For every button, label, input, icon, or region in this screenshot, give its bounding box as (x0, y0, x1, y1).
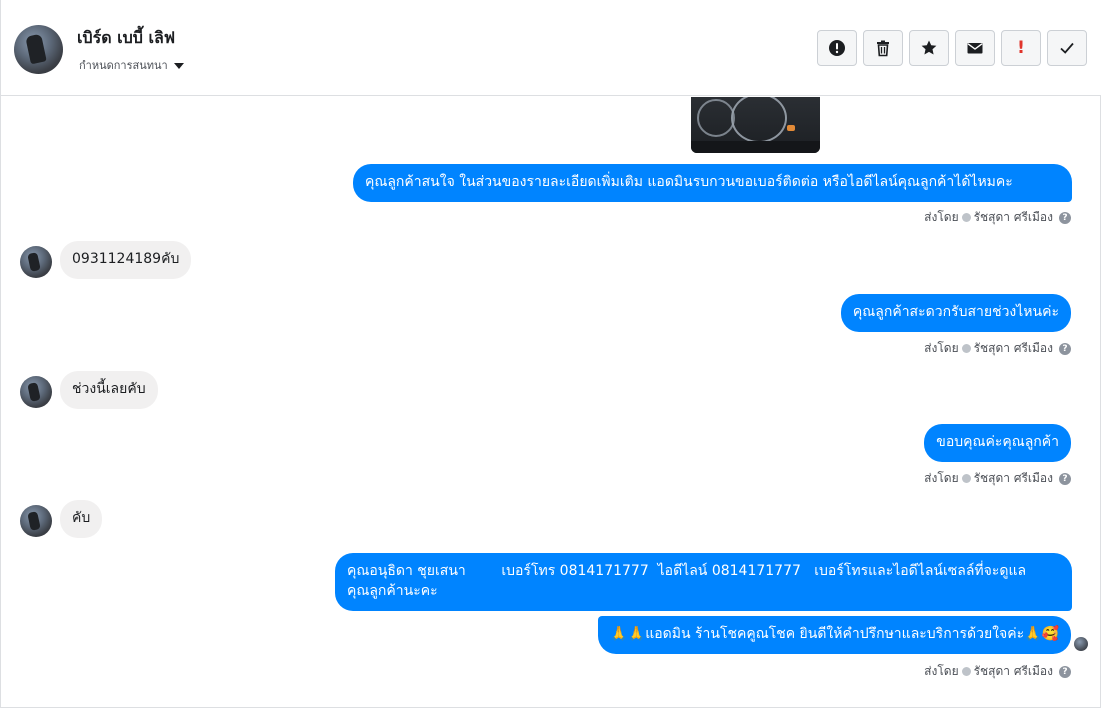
message-bubble-incoming[interactable]: คับ (60, 500, 103, 538)
message-sent-by: ส่งโดย รัชสุดา ศรีเมือง ? (924, 208, 1071, 227)
message-bubble-outgoing[interactable]: ขอบคุณค่ะคุณลูกค้า (924, 424, 1071, 462)
star-icon (921, 40, 937, 55)
message-sent-by: ส่งโดย รัชสุดา ศรีเมือง ? (924, 339, 1071, 358)
message-sent-by: ส่งโดย รัชสุดา ศรีเมือง ? (924, 469, 1071, 488)
mark-spam-button[interactable]: ! (1001, 30, 1041, 66)
check-icon (1060, 42, 1074, 54)
message-photo-attachment[interactable] (691, 97, 820, 153)
agent-name[interactable]: รัชสุดา ศรีเมือง (974, 662, 1053, 681)
message-text: คับ (72, 510, 91, 526)
assign-conversation-dropdown[interactable]: กำหนดการสนทนา (79, 56, 184, 74)
message-bubble-outgoing[interactable]: คุณอนุธิดา ชุยเสนา เบอร์โทร 0814171777 ไ… (335, 553, 1072, 611)
mark-done-button[interactable] (1047, 30, 1087, 66)
contact-avatar-small[interactable] (20, 376, 52, 408)
agent-name[interactable]: รัชสุดา ศรีเมือง (974, 339, 1053, 358)
sent-by-label: ส่งโดย (924, 210, 959, 224)
message-text: 0931124189คับ (72, 251, 180, 267)
conversation-header: เบิร์ด เบบี้ เลิฟ กำหนดการสนทนา ! (1, 0, 1101, 96)
message-text: ช่วงนี้เลยคับ (72, 381, 146, 397)
message-bubble-incoming[interactable]: 0931124189คับ (60, 241, 192, 279)
message-bubble-outgoing[interactable]: 🙏🙏แอดมิน ร้านโชคคูณโชค ยินดีให้คำปรึกษาแ… (598, 616, 1071, 654)
message-text-line2: คุณลูกค้านะคะ (347, 583, 438, 599)
mark-unread-button[interactable] (955, 30, 995, 66)
message-bubble-outgoing[interactable]: คุณลูกค้าสนใจ ในส่วนของรายละเอียดเพิ่มเต… (353, 164, 1072, 202)
message-text: คุณลูกค้าสนใจ ในส่วนของรายละเอียดเพิ่มเต… (365, 174, 1013, 190)
agent-icon (961, 213, 971, 222)
sent-by-label: ส่งโดย (924, 341, 959, 355)
contact-avatar[interactable] (14, 25, 63, 74)
contact-avatar-small[interactable] (20, 505, 52, 537)
delete-button[interactable] (863, 30, 903, 66)
message-text-line1: คุณอนุธิดา ชุยเสนา เบอร์โทร 0814171777 ไ… (347, 563, 1027, 579)
assign-conversation-label: กำหนดการสนทนา (79, 59, 168, 72)
message-bubble-outgoing[interactable]: คุณลูกค้าสะดวกรับสายช่วงไหนค่ะ (840, 294, 1071, 332)
help-icon[interactable]: ? (1059, 342, 1071, 355)
spam-icon: ! (1017, 38, 1025, 58)
agent-icon (961, 667, 971, 676)
agent-icon (961, 344, 971, 353)
message-text: คุณลูกค้าสะดวกรับสายช่วงไหนค่ะ (852, 304, 1059, 320)
message-thread[interactable]: คุณลูกค้าสนใจ ในส่วนของรายละเอียดเพิ่มเต… (1, 97, 1101, 710)
agent-icon (961, 474, 971, 483)
help-icon[interactable]: ? (1059, 211, 1071, 224)
message-sent-by: ส่งโดย รัชสุดา ศรีเมือง ? (924, 662, 1071, 681)
message-text: 🙏🙏แอดมิน ร้านโชคคูณโชค ยินดีให้คำปรึกษาแ… (610, 626, 1059, 642)
help-icon[interactable]: ? (1059, 472, 1071, 485)
message-text: ขอบคุณค่ะคุณลูกค้า (936, 434, 1059, 450)
agent-name[interactable]: รัชสุดา ศรีเมือง (974, 469, 1053, 488)
sent-by-label: ส่งโดย (924, 471, 959, 485)
caret-down-icon (173, 62, 184, 69)
alert-circle-icon (829, 40, 845, 56)
contact-name[interactable]: เบิร์ด เบบี้ เลิฟ (77, 26, 175, 51)
header-toolbar: ! (817, 30, 1087, 66)
agent-name[interactable]: รัชสุดา ศรีเมือง (974, 208, 1053, 227)
mark-important-button[interactable] (817, 30, 857, 66)
sent-by-label: ส่งโดย (924, 664, 959, 678)
message-bubble-incoming[interactable]: ช่วงนี้เลยคับ (60, 371, 158, 409)
help-icon[interactable]: ? (1059, 665, 1071, 678)
contact-avatar-small[interactable] (20, 246, 52, 278)
envelope-icon (967, 43, 983, 54)
seen-avatar (1074, 637, 1088, 651)
star-button[interactable] (909, 30, 949, 66)
trash-icon (877, 40, 889, 57)
